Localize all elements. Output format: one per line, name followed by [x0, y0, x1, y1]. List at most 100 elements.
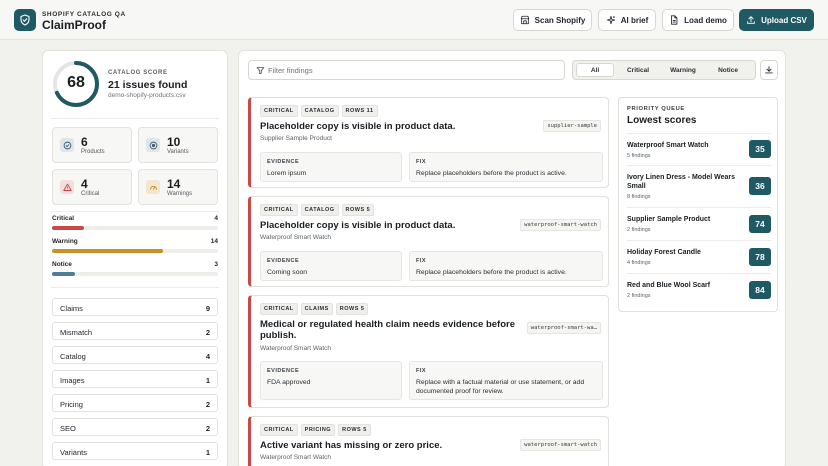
queue-item[interactable]: Supplier Sample Product 2 findings 74 — [627, 207, 771, 240]
finding-card[interactable]: CRITICAL CATALOG ROWS 11 Placeholder cop… — [248, 97, 609, 188]
category-variants[interactable]: Variants 1 — [52, 442, 218, 460]
severity-count: 14 — [210, 238, 218, 245]
finding-title: Placeholder copy is visible in product d… — [260, 220, 456, 231]
category-count: 9 — [205, 304, 210, 313]
category-chip: CATALOG — [300, 105, 339, 117]
tab-notice[interactable]: Notice — [709, 63, 747, 77]
divider — [51, 287, 219, 288]
stat-value: 6 — [81, 135, 88, 149]
scan-shopify-button[interactable]: Scan Shopify — [513, 9, 592, 31]
stat-label: Critical — [81, 191, 100, 197]
queue-item[interactable]: Red and Blue Wool Scarf 2 findings 84 — [627, 273, 771, 306]
evidence-box: EVIDENCE FDA approved — [260, 361, 402, 400]
stat-critical: 4 Critical — [52, 169, 132, 205]
ai-brief-button[interactable]: AI brief — [598, 9, 656, 31]
rows-chip: ROWS 11 — [341, 105, 378, 117]
finding-title: Medical or regulated health claim needs … — [260, 319, 516, 341]
product-handle: supplier-sample — [543, 120, 601, 132]
severity-name: Warning — [52, 238, 78, 245]
evidence-value: Lorem ipsum — [267, 170, 307, 177]
category-name: Images — [60, 376, 85, 385]
stat-label: Products — [81, 149, 105, 155]
queue-item-findings: 2 findings — [627, 227, 651, 233]
severity-tabs: All Critical Warning Notice — [572, 60, 756, 80]
severity-chip: CRITICAL — [260, 204, 298, 216]
evidence-box: EVIDENCE Lorem ipsum — [260, 152, 402, 182]
upload-csv-button[interactable]: Upload CSV — [739, 9, 814, 31]
queue-item[interactable]: Ivory Linen Dress - Model Wears Small 8 … — [627, 165, 771, 207]
category-seo[interactable]: SEO 2 — [52, 418, 218, 436]
tab-critical[interactable]: Critical — [619, 63, 657, 77]
fix-label: FIX — [416, 368, 427, 374]
category-chip: CLAIMS — [300, 303, 333, 315]
finding-product: Waterproof Smart Watch — [260, 345, 332, 352]
tab-warning[interactable]: Warning — [664, 63, 702, 77]
severity-bar — [52, 272, 218, 276]
fix-value: Replace placeholders before the product … — [416, 269, 567, 276]
severity-count: 3 — [214, 261, 218, 268]
warning-triangle-icon — [60, 180, 74, 194]
product-handle: waterproof-smart-watch — [520, 219, 601, 231]
fix-box: FIX Replace placeholders before the prod… — [409, 251, 603, 281]
filter-box — [248, 60, 565, 80]
finding-chips: CRITICAL CLAIMS ROWS 5 — [260, 303, 369, 315]
evidence-value: Coming soon — [267, 269, 308, 276]
category-claims[interactable]: Claims 9 — [52, 298, 218, 316]
category-count: 1 — [205, 376, 210, 385]
priority-queue-title: Lowest scores — [627, 115, 697, 126]
category-count: 4 — [205, 352, 210, 361]
summary-panel: 68 CATALOG SCORE 21 issues found demo-sh… — [42, 50, 228, 466]
queue-item-findings: 5 findings — [627, 153, 651, 159]
queue-item-name: Waterproof Smart Watch — [627, 142, 709, 149]
queue-item[interactable]: Holiday Forest Candle 4 findings 78 — [627, 240, 771, 273]
category-pricing[interactable]: Pricing 2 — [52, 394, 218, 412]
filter-input[interactable] — [268, 64, 558, 77]
evidence-value: FDA approved — [267, 379, 311, 386]
fix-value: Replace placeholders before the product … — [416, 170, 567, 177]
category-catalog[interactable]: Catalog 4 — [52, 346, 218, 364]
finding-card[interactable]: CRITICAL PRICING ROWS 5 Active variant h… — [248, 416, 609, 466]
finding-chips: CRITICAL CATALOG ROWS 11 — [260, 105, 378, 117]
queue-item-name: Holiday Forest Candle — [627, 249, 701, 256]
category-name: Catalog — [60, 352, 86, 361]
product-handle: waterproof-smart-wa… — [526, 322, 601, 334]
upload-icon — [747, 16, 755, 24]
stat-warnings: 14 Warnings — [138, 169, 218, 205]
tab-all[interactable]: All — [576, 63, 614, 77]
load-demo-label: Load demo — [684, 15, 727, 25]
queue-item-score: 36 — [749, 177, 771, 195]
finding-product: Waterproof Smart Watch — [260, 234, 332, 241]
category-name: Claims — [60, 304, 83, 313]
category-name: Mismatch — [60, 328, 93, 337]
divider — [51, 211, 219, 212]
finding-card[interactable]: CRITICAL CLAIMS ROWS 5 Medical or regula… — [248, 295, 609, 408]
app-title: ClaimProof — [42, 18, 107, 32]
finding-chips: CRITICAL PRICING ROWS 5 — [260, 424, 371, 436]
upload-csv-label: Upload CSV — [761, 15, 807, 25]
catalog-score-label: CATALOG SCORE — [108, 70, 168, 76]
category-mismatch[interactable]: Mismatch 2 — [52, 322, 218, 340]
queue-item[interactable]: Waterproof Smart Watch 5 findings 35 — [627, 133, 771, 165]
stat-products: 6 Products — [52, 127, 132, 163]
finding-product: Supplier Sample Product — [260, 135, 332, 142]
evidence-label: EVIDENCE — [267, 159, 300, 165]
download-button[interactable] — [760, 60, 778, 80]
finding-card[interactable]: CRITICAL CATALOG ROWS 5 Placeholder copy… — [248, 196, 609, 287]
severity-name: Critical — [52, 215, 75, 222]
stat-label: Variants — [167, 149, 189, 155]
stat-variants: 10 Variants — [138, 127, 218, 163]
source-file-name: demo-shopify-products.csv — [108, 92, 186, 99]
priority-queue: PRIORITY QUEUE Lowest scores Waterproof … — [618, 97, 778, 312]
load-demo-button[interactable]: Load demo — [662, 9, 734, 31]
issues-count: 21 issues found — [108, 79, 188, 91]
findings-panel: All Critical Warning Notice CRITICAL CAT… — [238, 50, 786, 466]
category-count: 2 — [205, 400, 210, 409]
ai-brief-label: AI brief — [620, 15, 649, 25]
category-images[interactable]: Images 1 — [52, 370, 218, 388]
file-icon — [671, 15, 678, 25]
queue-item-name: Ivory Linen Dress - Model Wears Small — [627, 174, 736, 190]
finding-title: Placeholder copy is visible in product d… — [260, 121, 456, 132]
queue-item-score: 78 — [749, 248, 771, 266]
category-name: SEO — [60, 424, 76, 433]
severity-chip: CRITICAL — [260, 424, 298, 436]
